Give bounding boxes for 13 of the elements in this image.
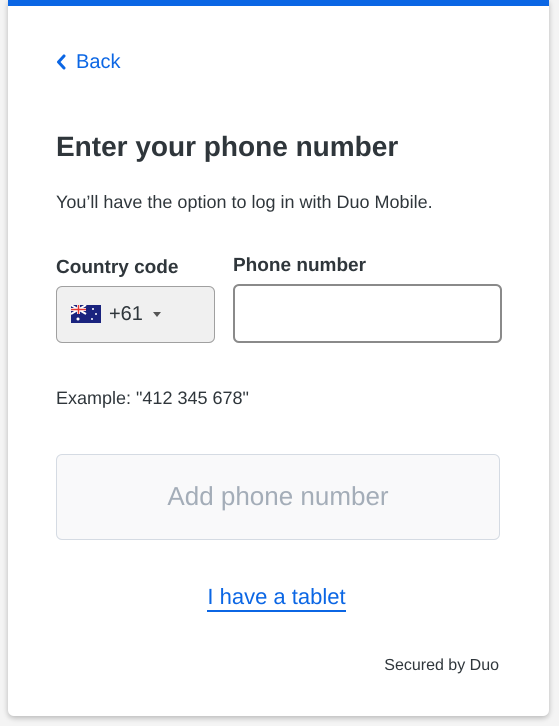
example-text: Example: "412 345 678" bbox=[56, 386, 250, 410]
page-title: Enter your phone number bbox=[56, 130, 400, 164]
back-link[interactable]: Back bbox=[56, 47, 120, 77]
field-label: Phone number bbox=[233, 254, 368, 278]
field-label: Country code bbox=[56, 256, 180, 280]
caret-down-icon bbox=[152, 312, 161, 316]
flag-icon bbox=[71, 305, 101, 323]
chevron-left-icon bbox=[56, 54, 66, 70]
tablet-link[interactable]: I have a tablet bbox=[207, 584, 346, 612]
country-code-dropdown[interactable]: +61 bbox=[56, 286, 215, 342]
phone-number-field[interactable] bbox=[233, 284, 502, 342]
subtitle-text: You’ll have the option to log in with Duo Mobile. bbox=[56, 191, 434, 214]
footer-text: Secured by Duo bbox=[384, 656, 499, 676]
